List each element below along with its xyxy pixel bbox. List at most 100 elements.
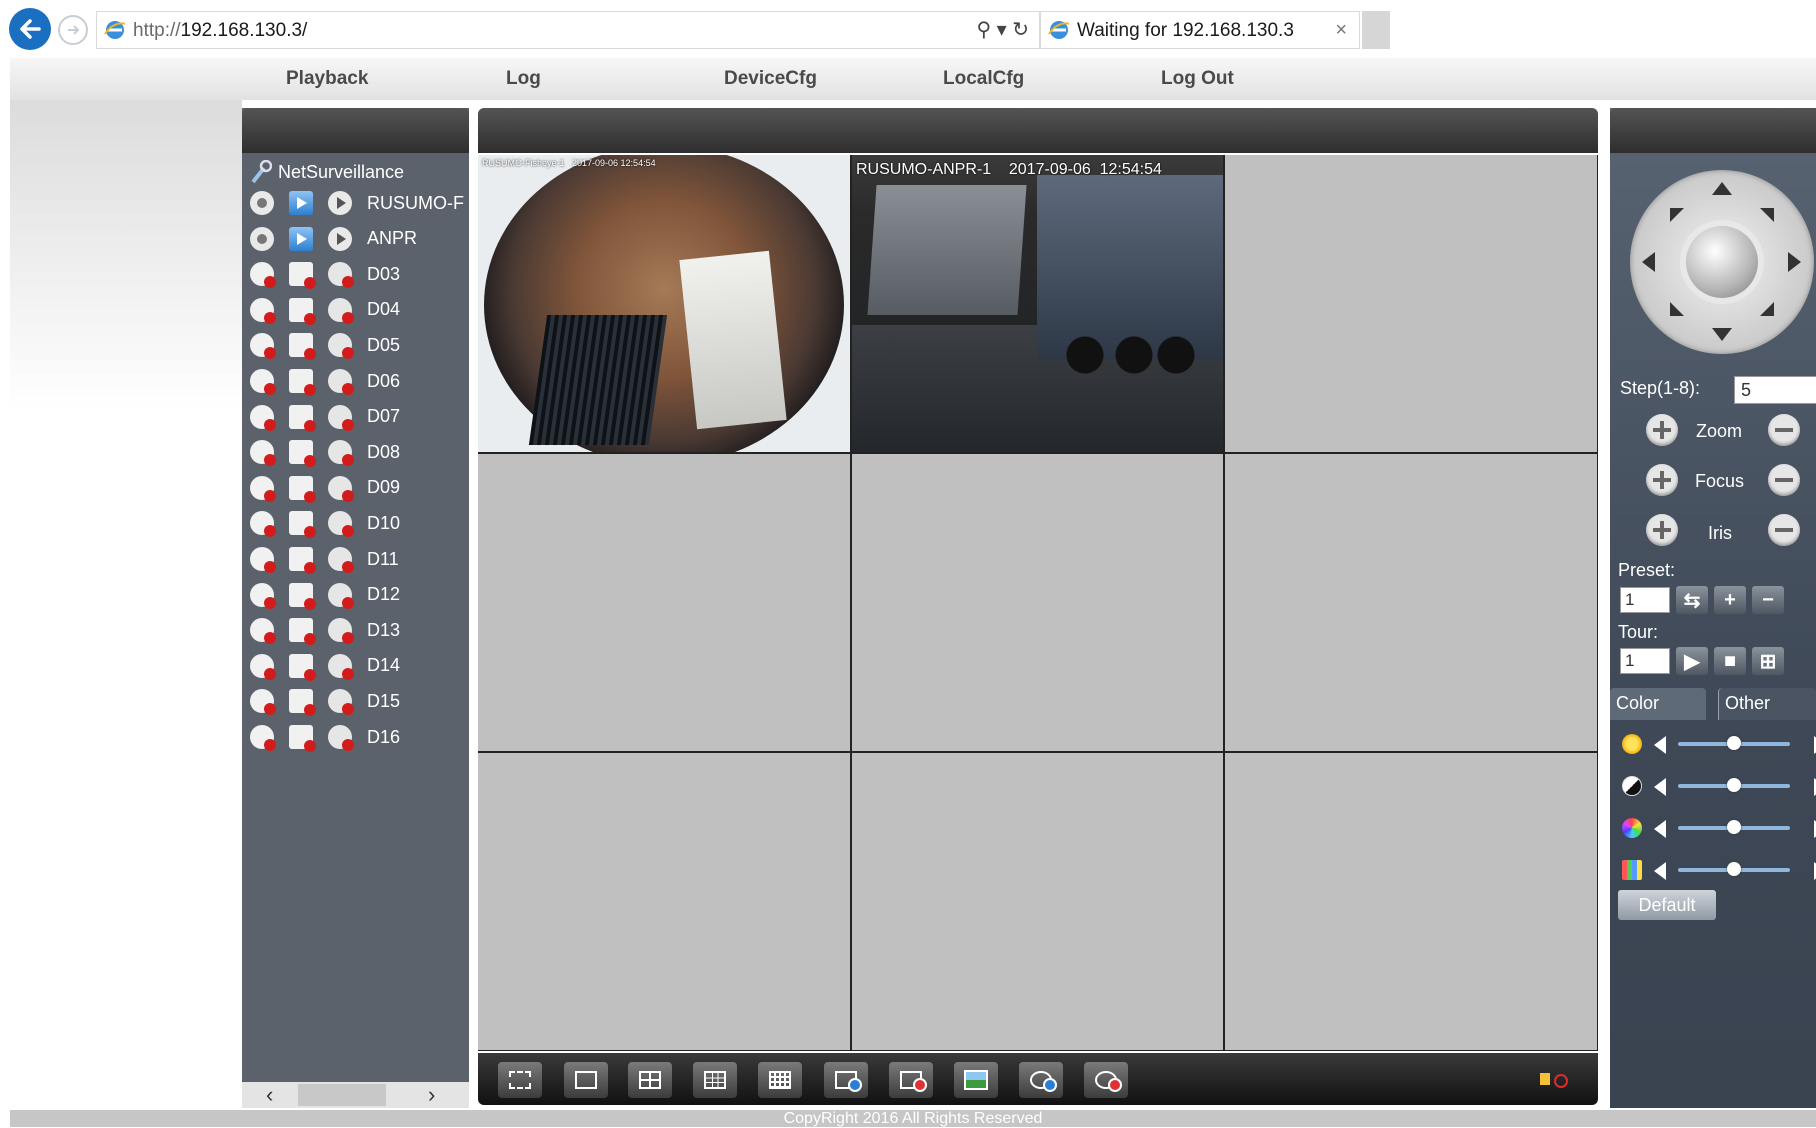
- layout-4-button[interactable]: [628, 1062, 672, 1098]
- record-disabled-icon[interactable]: [289, 725, 316, 752]
- channel-row[interactable]: D08: [250, 437, 469, 468]
- channel-status-icon[interactable]: [250, 191, 274, 215]
- talk-disabled-icon[interactable]: [328, 582, 354, 609]
- tour-start-button[interactable]: ▶: [1676, 647, 1708, 675]
- menu-playback[interactable]: Playback: [286, 68, 368, 90]
- video-cell-3[interactable]: [1225, 155, 1597, 452]
- record-disabled-icon[interactable]: [289, 262, 316, 290]
- search-disabled-icon[interactable]: [250, 369, 276, 395]
- close-all-button[interactable]: [889, 1062, 933, 1098]
- search-refresh-icons[interactable]: ⚲ ▾ ↻: [976, 17, 1029, 42]
- talk-disabled-icon[interactable]: [328, 618, 354, 645]
- talk-disabled-icon[interactable]: [328, 725, 354, 751]
- forward-button[interactable]: [58, 15, 88, 45]
- scroll-left-icon[interactable]: ‹: [266, 1082, 273, 1108]
- video-cell-1[interactable]: RUSUMO-Fisheye-1 2017-09-06 12:54:54: [478, 155, 850, 452]
- video-cell-6[interactable]: [1225, 454, 1597, 751]
- search-disabled-icon[interactable]: [250, 297, 276, 324]
- scroll-thumb[interactable]: [298, 1084, 386, 1106]
- record-disabled-icon[interactable]: [289, 689, 316, 717]
- tree-root[interactable]: NetSurveillance: [250, 158, 404, 186]
- preset-add-button[interactable]: +: [1714, 586, 1746, 614]
- scroll-right-icon[interactable]: ›: [428, 1082, 435, 1108]
- record-disabled-icon[interactable]: [289, 511, 316, 539]
- tour-stop-button[interactable]: ■: [1714, 647, 1746, 675]
- search-disabled-icon[interactable]: [250, 582, 276, 609]
- talk-disabled-icon[interactable]: [328, 297, 354, 324]
- layout-1-button[interactable]: [564, 1062, 608, 1098]
- record-disabled-icon[interactable]: [289, 440, 316, 468]
- slider-thumb[interactable]: [1727, 862, 1741, 876]
- channel-row[interactable]: D06: [250, 366, 469, 396]
- layout-16-button[interactable]: [758, 1062, 802, 1098]
- menu-localcfg[interactable]: LocalCfg: [943, 68, 1024, 90]
- channel-row[interactable]: RUSUMO-F: [250, 188, 469, 218]
- channel-row[interactable]: D03: [250, 259, 469, 290]
- search-disabled-icon[interactable]: [250, 618, 276, 645]
- hue-slider[interactable]: [1618, 856, 1816, 884]
- search-disabled-icon[interactable]: [250, 725, 276, 751]
- video-cell-2[interactable]: RUSUMO-ANPR-1 2017-09-06 12:54:54: [852, 155, 1223, 452]
- decrease-icon[interactable]: [1654, 778, 1666, 796]
- record-disabled-icon[interactable]: [289, 297, 316, 325]
- iris-open-button[interactable]: [1646, 514, 1678, 546]
- record-icon[interactable]: [289, 226, 313, 251]
- record-icon[interactable]: [289, 191, 313, 215]
- search-disabled-icon[interactable]: [250, 653, 276, 680]
- tab-color[interactable]: Color: [1610, 688, 1706, 720]
- search-disabled-icon[interactable]: [250, 262, 276, 289]
- zoom-in-button[interactable]: [1646, 414, 1678, 446]
- slider-thumb[interactable]: [1727, 778, 1741, 792]
- video-cell-9[interactable]: [1225, 753, 1597, 1050]
- talk-disabled-icon[interactable]: [328, 369, 354, 395]
- slider-thumb[interactable]: [1727, 736, 1741, 750]
- preset-delete-button[interactable]: −: [1752, 586, 1784, 614]
- contrast-slider[interactable]: [1618, 772, 1816, 800]
- open-all-button[interactable]: [824, 1062, 868, 1098]
- video-cell-7[interactable]: [478, 753, 850, 1050]
- decrease-icon[interactable]: [1654, 862, 1666, 880]
- ptz-center-button[interactable]: [1686, 226, 1758, 298]
- new-tab-button[interactable]: [1362, 11, 1390, 49]
- decrease-icon[interactable]: [1654, 820, 1666, 838]
- channel-row[interactable]: D04: [250, 295, 469, 325]
- record-all-button[interactable]: [1019, 1062, 1063, 1098]
- tour-input[interactable]: 1: [1620, 648, 1670, 674]
- video-cell-8[interactable]: [852, 753, 1223, 1050]
- zoom-out-button[interactable]: [1768, 414, 1800, 446]
- talk-disabled-icon[interactable]: [328, 547, 354, 573]
- record-disabled-icon[interactable]: [289, 333, 316, 361]
- play-icon[interactable]: [328, 226, 352, 251]
- channel-row[interactable]: D10: [250, 508, 469, 539]
- record-disabled-icon[interactable]: [289, 404, 316, 432]
- iris-close-button[interactable]: [1768, 514, 1800, 546]
- channel-row[interactable]: D09: [250, 473, 469, 503]
- preset-goto-button[interactable]: ⇆: [1676, 586, 1708, 614]
- channel-status-icon[interactable]: [250, 226, 274, 251]
- ptz-up-icon[interactable]: [1712, 182, 1732, 195]
- channel-row[interactable]: D07: [250, 402, 469, 432]
- menu-devicecfg[interactable]: DeviceCfg: [724, 68, 817, 90]
- ptz-down-icon[interactable]: [1712, 328, 1732, 341]
- video-cell-4[interactable]: [478, 454, 850, 751]
- search-disabled-icon[interactable]: [250, 689, 276, 716]
- play-icon[interactable]: [328, 191, 352, 215]
- preset-input[interactable]: 1: [1620, 587, 1670, 613]
- talk-disabled-icon[interactable]: [328, 511, 354, 538]
- talk-disabled-icon[interactable]: [328, 440, 354, 467]
- back-button[interactable]: [9, 8, 51, 50]
- snapshot-button[interactable]: [954, 1062, 998, 1098]
- ptz-upright-icon[interactable]: [1760, 208, 1774, 222]
- tab-close-icon[interactable]: ×: [1335, 19, 1347, 42]
- step-select[interactable]: 5: [1734, 376, 1816, 404]
- tree-horizontal-scrollbar[interactable]: ‹ ›: [242, 1082, 469, 1108]
- ptz-upleft-icon[interactable]: [1670, 208, 1684, 222]
- search-disabled-icon[interactable]: [250, 547, 276, 573]
- stop-record-button[interactable]: [1084, 1062, 1128, 1098]
- browser-tab[interactable]: Waiting for 192.168.130.3 ×: [1040, 11, 1360, 49]
- talk-disabled-icon[interactable]: [328, 404, 354, 431]
- talk-disabled-icon[interactable]: [328, 333, 354, 360]
- record-disabled-icon[interactable]: [289, 618, 316, 646]
- focus-in-button[interactable]: [1646, 464, 1678, 496]
- search-disabled-icon[interactable]: [250, 440, 276, 467]
